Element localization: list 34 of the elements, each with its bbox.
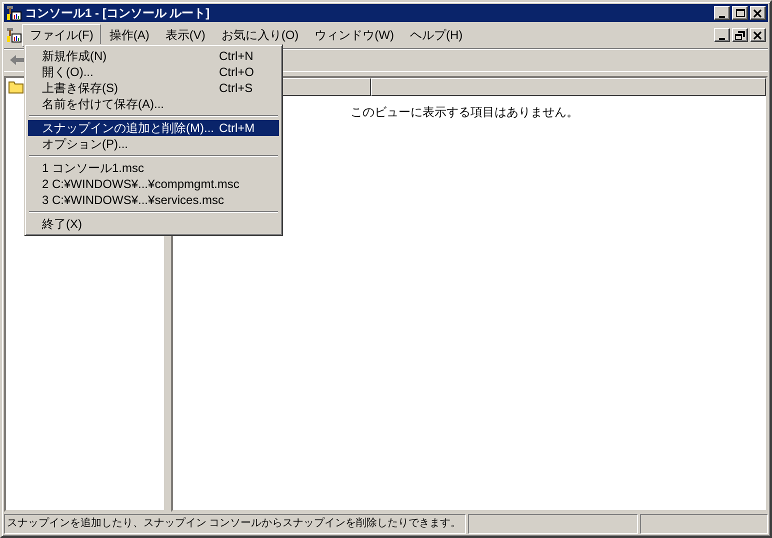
status-text: スナップインを追加したり、スナップイン コンソールからスナップインを削除したりできます。 xyxy=(4,514,466,534)
menu-item[interactable]: 新規作成(N) Ctrl+N xyxy=(28,48,279,64)
menu-item[interactable]: 2 C:¥WINDOWS¥...¥compmgmt.msc xyxy=(28,176,279,192)
menu-item[interactable]: スナップインの追加と削除(M)... Ctrl+M xyxy=(28,120,279,136)
menu-item[interactable]: 終了(X) xyxy=(28,216,279,232)
close-button[interactable] xyxy=(750,28,766,42)
menu-item[interactable]: 開く(O)... Ctrl+O xyxy=(28,64,279,80)
menu-bar-item[interactable]: ウィンドウ(W) xyxy=(306,24,402,46)
menu-bar-item[interactable]: お気に入り(O) xyxy=(213,24,307,46)
close-icon xyxy=(752,30,764,40)
menu-bar-item[interactable]: 操作(A) xyxy=(101,24,158,46)
maximize-button[interactable] xyxy=(732,6,748,20)
minimize-button[interactable] xyxy=(714,28,730,42)
close-button[interactable] xyxy=(750,6,766,20)
window-title: コンソール1 - [コンソール ルート] xyxy=(25,4,211,22)
minimize-button[interactable] xyxy=(714,6,730,20)
menu-item[interactable]: 上書き保存(S) Ctrl+S xyxy=(28,80,279,96)
console-icon xyxy=(6,5,22,21)
menu-item[interactable]: 1 コンソール1.msc xyxy=(28,160,279,176)
menu-item[interactable]: 名前を付けて保存(A)... xyxy=(28,96,279,112)
empty-view-message: このビューに表示する項目はありません。 xyxy=(350,104,580,121)
menu-bar-item[interactable]: ヘルプ(H) xyxy=(402,24,471,46)
restore-button[interactable] xyxy=(732,28,748,42)
menu-bar-item[interactable]: 表示(V) xyxy=(157,24,214,46)
menu-item[interactable]: 3 C:¥WINDOWS¥...¥services.msc xyxy=(28,192,279,208)
close-icon xyxy=(752,8,764,18)
document-icon xyxy=(6,27,22,43)
menu-item[interactable]: オプション(P)... xyxy=(28,136,279,152)
maximize-icon xyxy=(734,8,746,18)
back-arrow-icon[interactable] xyxy=(10,54,24,66)
minimize-icon xyxy=(719,38,725,40)
minimize-icon xyxy=(719,16,725,18)
folder-icon xyxy=(8,80,24,94)
restore-icon xyxy=(734,30,746,40)
